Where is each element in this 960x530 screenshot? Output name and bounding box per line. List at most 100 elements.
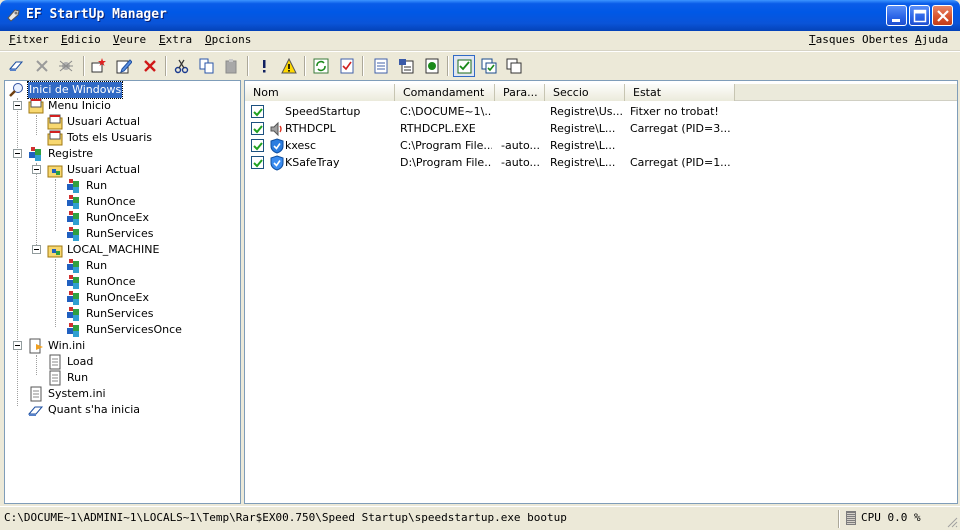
- registry-icon: [66, 306, 82, 322]
- column-nom[interactable]: Nom: [245, 84, 395, 101]
- tree-expander[interactable]: [32, 165, 41, 174]
- menu-extra[interactable]: Extra: [157, 33, 194, 46]
- ini-file-icon: [28, 338, 44, 354]
- startup-list[interactable]: Nom Comandament Para... Seccio Estat Spe…: [244, 80, 958, 504]
- menu-opcions[interactable]: Opcions: [203, 33, 253, 46]
- enable-checkbox[interactable]: [251, 156, 264, 169]
- registry-icon: [66, 194, 82, 210]
- menu-edicio[interactable]: Edicio: [59, 33, 103, 46]
- folder-calendar-icon: [47, 114, 63, 130]
- view-unchecked-button[interactable]: [503, 55, 525, 77]
- tree-line: [36, 115, 37, 135]
- tree-expander[interactable]: [13, 341, 22, 350]
- column-estat[interactable]: Estat: [625, 84, 735, 101]
- paste-button[interactable]: [221, 55, 243, 77]
- row-command: D:\Program File...: [400, 156, 492, 169]
- row-section: Registre\L...: [550, 139, 616, 152]
- document-button[interactable]: [370, 55, 392, 77]
- new-entry-icon: [91, 58, 106, 73]
- column-parametres[interactable]: Para...: [495, 84, 545, 101]
- properties-button[interactable]: [395, 55, 417, 77]
- copy-button[interactable]: [196, 55, 218, 77]
- title-bar[interactable]: EF StartUp Manager: [0, 0, 960, 31]
- row-name: kxesc: [285, 139, 317, 152]
- copy-icon: [199, 58, 214, 74]
- minimize-button[interactable]: [886, 5, 907, 26]
- tree-expander[interactable]: [13, 149, 22, 158]
- toolbar-separator: [304, 56, 306, 76]
- checkbox-stack-icon: [481, 58, 497, 74]
- list-header: Nom Comandament Para... Seccio Estat: [245, 84, 957, 101]
- info-icon: [425, 58, 439, 74]
- menu-ajuda[interactable]: Ajuda: [913, 33, 950, 46]
- table-row[interactable]: RTHDCPL RTHDCPL.EXE Registre\L... Carreg…: [245, 120, 957, 137]
- menu-tasques-obertes[interactable]: Tasques Obertes: [807, 33, 910, 46]
- view-all-button[interactable]: [478, 55, 500, 77]
- speaker-icon: [269, 121, 285, 137]
- edit-icon: [116, 59, 132, 74]
- check-doc-button[interactable]: [336, 55, 358, 77]
- x-icon: [36, 60, 48, 72]
- refresh-button[interactable]: [310, 55, 332, 77]
- row-state: Carregat (PID=1...: [630, 156, 731, 169]
- column-comandament[interactable]: Comandament: [395, 84, 495, 101]
- folder-calendar-icon: [47, 130, 63, 146]
- row-section: Registre\L...: [550, 156, 616, 169]
- tree-expander[interactable]: [13, 101, 22, 110]
- row-name: KSafeTray: [285, 156, 340, 169]
- enable-checkbox[interactable]: [251, 105, 264, 118]
- registry-icon: [66, 290, 82, 306]
- exclamation-icon: [263, 60, 266, 73]
- row-params: -auto...: [501, 139, 541, 152]
- table-row[interactable]: KSafeTray D:\Program File... -auto... Re…: [245, 154, 957, 171]
- menu-bar: Fitxer Edicio Veure Extra Opcions Tasque…: [0, 31, 960, 51]
- folder-calendar-icon: [28, 98, 44, 114]
- cut-button[interactable]: [171, 55, 193, 77]
- tree-expander[interactable]: [32, 245, 41, 254]
- window-title: EF StartUp Manager: [26, 7, 167, 22]
- info-button[interactable]: [421, 55, 443, 77]
- shield-icon: [269, 155, 285, 171]
- status-bar: C:\DOCUME~1\ADMINI~1\LOCALS~1\Temp\Rar$E…: [0, 506, 960, 530]
- table-row[interactable]: kxesc C:\Program File... -auto... Regist…: [245, 137, 957, 154]
- column-seccio[interactable]: Seccio: [545, 84, 625, 101]
- startup-tree[interactable]: Inici de Windows Menu Inicio Usuari Actu…: [4, 80, 241, 504]
- folder-registry-icon: [47, 242, 63, 258]
- tree-line: [55, 259, 56, 327]
- delete-button[interactable]: [139, 55, 161, 77]
- resize-grip-icon[interactable]: [946, 516, 958, 528]
- table-row[interactable]: SpeedStartup C:\DOCUME~1\... Registre\Us…: [245, 103, 957, 120]
- process-button[interactable]: [55, 55, 77, 77]
- status-separator: [838, 510, 840, 528]
- text-file-icon: [47, 354, 63, 370]
- menu-fitxer[interactable]: Fitxer: [7, 33, 51, 46]
- row-state: Fitxer no trobat!: [630, 105, 719, 118]
- warning-button[interactable]: [278, 55, 300, 77]
- menu-veure[interactable]: Veure: [111, 33, 148, 46]
- paste-icon: [225, 59, 237, 74]
- toolbar-separator: [362, 56, 364, 76]
- maximize-button[interactable]: [909, 5, 930, 26]
- scissors-icon: [174, 59, 189, 74]
- priority-button[interactable]: [253, 55, 275, 77]
- registry-icon: [28, 146, 44, 162]
- delete-icon: [144, 60, 156, 72]
- bug-icon: [59, 60, 73, 72]
- cpu-usage: CPU 0.0 %: [861, 511, 921, 524]
- status-path: C:\DOCUME~1\ADMINI~1\LOCALS~1\Temp\Rar$E…: [4, 511, 567, 524]
- document-icon: [374, 58, 388, 74]
- edit-button[interactable]: [113, 55, 135, 77]
- new-entry-button[interactable]: [87, 55, 109, 77]
- eraser-button[interactable]: [5, 55, 27, 77]
- close-button[interactable]: [932, 5, 953, 26]
- enable-checkbox[interactable]: [251, 139, 264, 152]
- enable-checkbox[interactable]: [251, 122, 264, 135]
- registry-icon: [66, 226, 82, 242]
- view-checked-button[interactable]: [453, 55, 475, 77]
- cancel-button[interactable]: [31, 55, 53, 77]
- registry-icon: [66, 178, 82, 194]
- tree-line: [36, 163, 37, 247]
- registry-icon: [66, 274, 82, 290]
- registry-icon: [66, 258, 82, 274]
- startup-search-icon: [9, 82, 25, 98]
